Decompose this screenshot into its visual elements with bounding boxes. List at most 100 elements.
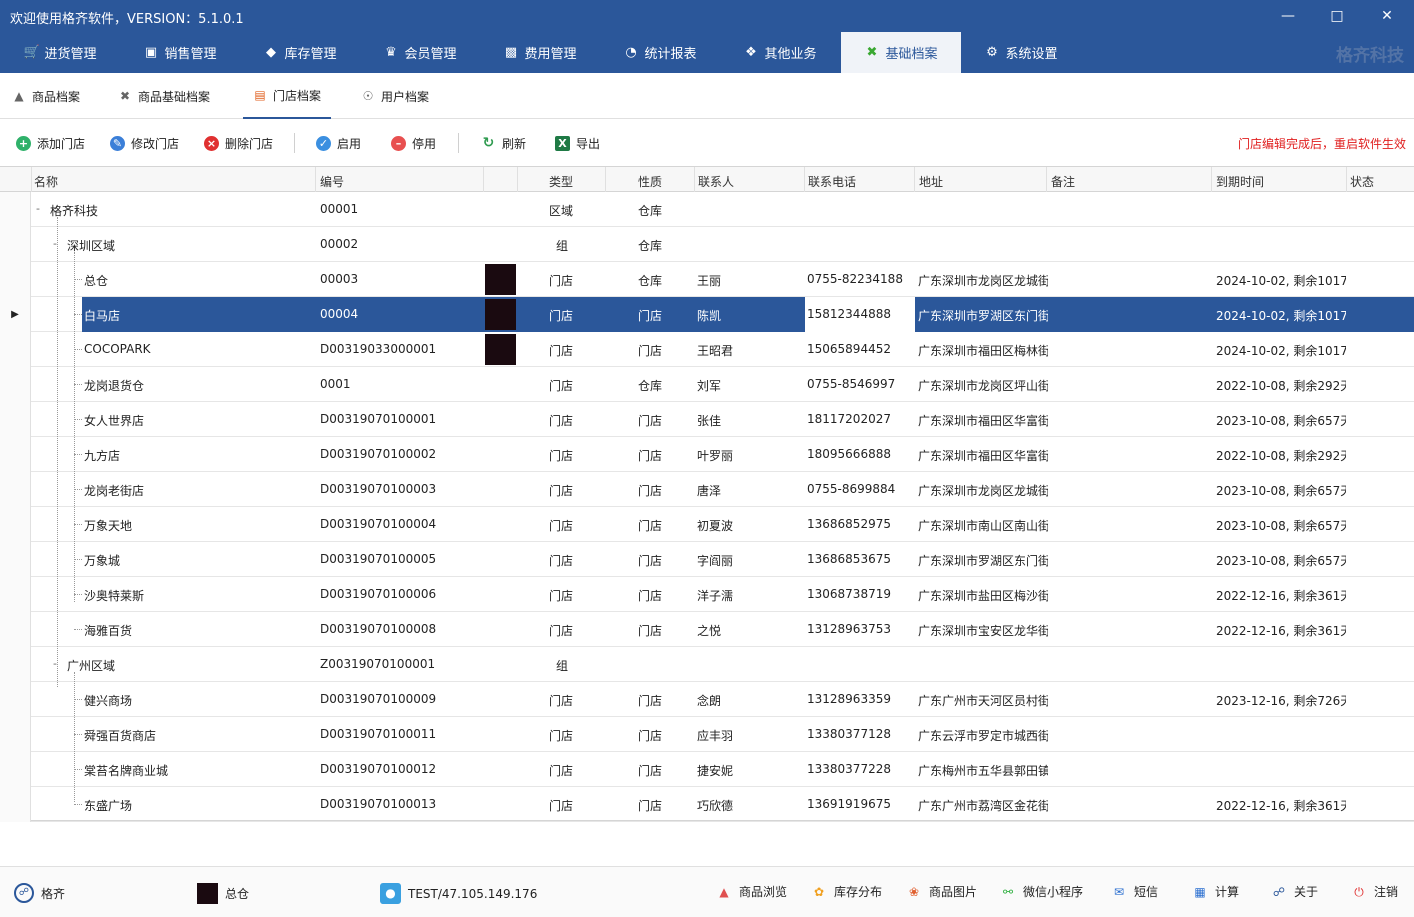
status-link-cluster[interactable]: ✿ 库存分布	[811, 883, 882, 900]
menu-other[interactable]: ❖ 其他业务	[720, 32, 840, 73]
edit-store-button[interactable]: ✎ 修改门店	[110, 133, 179, 153]
col-type[interactable]: 类型	[549, 173, 573, 190]
cell-name: 龙岗老街店	[84, 484, 145, 498]
menu-report[interactable]: ◔ 统计报表	[600, 32, 720, 73]
tab-product-archive[interactable]: ▲ 商品档案	[2, 73, 90, 119]
row-indicator[interactable]	[0, 367, 31, 402]
table-row[interactable]: 万象城 D00319070100005 门店 门店 字阎丽 13686853675 广东深圳…	[0, 542, 1414, 577]
row-indicator[interactable]	[0, 507, 31, 542]
shirt-icon: ▲	[719, 884, 729, 899]
menu-member[interactable]: ♛ 会员管理	[360, 32, 480, 73]
col-state[interactable]: 状态	[1350, 173, 1374, 190]
cell-contact: 字阎丽	[697, 554, 734, 568]
menu-sales[interactable]: ▣ 销售管理	[120, 32, 240, 73]
row-indicator[interactable]: ▶	[0, 297, 31, 332]
cell-code: 00004	[320, 307, 359, 321]
table-row[interactable]: 总仓 00003 门店 仓库 王丽 0755-82234188 广东深圳市龙岗区龙城街 202…	[0, 262, 1414, 297]
table-row[interactable]: 九方店 D00319070100002 门店 门店 叶罗丽 18095666888 广东深圳…	[0, 437, 1414, 472]
close-icon[interactable]: ✕	[1364, 0, 1410, 32]
table-row[interactable]: 舜强百货商店 D00319070100011 门店 门店 应丰羽 13380377128 广…	[0, 717, 1414, 752]
expand-toggle-icon[interactable]: -	[36, 202, 40, 215]
col-remark[interactable]: 备注	[1051, 173, 1075, 190]
menu-expense[interactable]: ▩ 费用管理	[480, 32, 600, 73]
table-row[interactable]: 女人世界店 D00319070100001 门店 门店 张佳 18117202027 广东深…	[0, 402, 1414, 437]
menu-purchase[interactable]: 🛒 进货管理	[0, 32, 120, 73]
status-link-shirt[interactable]: ▲ 商品浏览	[716, 883, 787, 900]
cell-code: 00003	[320, 272, 359, 286]
table-row[interactable]: 东盛广场 D00319070100013 门店 门店 巧欣德 13691919675 广东广…	[0, 787, 1414, 822]
col-expire[interactable]: 到期时间	[1216, 173, 1264, 190]
row-indicator[interactable]	[0, 262, 31, 297]
status-link-power[interactable]: ⏻ 注销	[1351, 883, 1398, 900]
row-indicator[interactable]	[0, 472, 31, 507]
cell-phone: 15812344888	[807, 307, 891, 321]
menu-settings[interactable]: ⚙ 系统设置	[961, 32, 1081, 73]
row-indicator[interactable]	[0, 577, 31, 612]
menu-basic-archive[interactable]: ✖ 基础档案	[841, 32, 961, 73]
main-menu: 🛒 进货管理 ▣ 销售管理 ◆ 库存管理 ♛ 会员管理 ▩ 费用管理 ◔ 统计报表 ❖ 其他业…	[0, 32, 1414, 73]
cell-phone: 13128963753	[807, 622, 891, 636]
col-contact[interactable]: 联系人	[698, 173, 734, 190]
row-indicator[interactable]	[0, 752, 31, 787]
col-code[interactable]: 编号	[320, 173, 344, 190]
table-row[interactable]: 万象天地 D00319070100004 门店 门店 初夏波 13686852975 广东深…	[0, 507, 1414, 542]
status-link-calculator[interactable]: ▦ 计算	[1192, 883, 1239, 900]
status-link-sms[interactable]: ✉ 短信	[1111, 883, 1158, 900]
status-server: ● TEST/47.105.149.176	[380, 883, 537, 904]
row-indicator[interactable]	[0, 437, 31, 472]
status-link-about[interactable]: ☍ 关于	[1271, 883, 1318, 900]
table-row[interactable]: 海雅百货 D00319070100008 门店 门店 之悦 13128963753 广东深圳…	[0, 612, 1414, 647]
row-indicator[interactable]	[0, 682, 31, 717]
cell-type: 门店	[549, 554, 574, 568]
table-row[interactable]: - 格齐科技 00001 区域 仓库	[0, 192, 1414, 227]
table-row[interactable]: 健兴商场 D00319070100009 门店 门店 念朗 13128963359 广东广州…	[0, 682, 1414, 717]
table-row[interactable]: - 广州区域 Z00319070100001 组	[0, 647, 1414, 682]
box-icon: ◆	[265, 45, 276, 60]
row-indicator[interactable]	[0, 402, 31, 437]
status-link-picture[interactable]: ❀ 商品图片	[906, 883, 977, 900]
table-row[interactable]: - 深圳区域 00002 组仓库	[0, 227, 1414, 262]
col-phone[interactable]: 联系电话	[808, 173, 856, 190]
col-address[interactable]: 地址	[919, 173, 943, 190]
table-row[interactable]: 龙岗老街店 D00319070100003 门店 门店 唐泽 0755-8699884 广东…	[0, 472, 1414, 507]
table-row[interactable]: 龙岗退货仓 0001 门店 仓库 刘军 0755-8546997 广东深圳市龙岗区坪山街 20…	[0, 367, 1414, 402]
row-indicator[interactable]	[0, 787, 31, 822]
enable-button[interactable]: ✓ 启用	[316, 133, 361, 153]
col-nature[interactable]: 性质	[638, 173, 662, 190]
status-link-wechat[interactable]: ⚯ 微信小程序	[1000, 883, 1083, 900]
minimize-icon[interactable]: —	[1265, 0, 1311, 32]
table-row[interactable]: 沙奥特莱斯 D00319070100006 门店 门店 洋子濡 13068738719 广东…	[0, 577, 1414, 612]
table-row[interactable]: ▶ 白马店 00004 门店 门店 陈凯 15812344888 广东深圳市罗湖区东门街 202…	[0, 297, 1414, 332]
cell-nature: 门店	[638, 694, 663, 708]
row-indicator[interactable]	[0, 542, 31, 577]
delete-store-button[interactable]: × 删除门店	[204, 133, 273, 153]
status-user: ☍ 格齐	[14, 883, 65, 903]
export-button[interactable]: X 导出	[555, 133, 600, 153]
tab-user-archive[interactable]: ☉ 用户档案	[351, 73, 439, 119]
table-row[interactable]: 棠苔名牌商业城 D00319070100012 门店 门店 捷安妮 13380377228…	[0, 752, 1414, 787]
row-indicator[interactable]	[0, 332, 31, 367]
tab-store-archive[interactable]: ▤ 门店档案	[243, 73, 332, 119]
row-indicator[interactable]	[0, 227, 31, 262]
cell-phone: 13686852975	[807, 517, 891, 531]
add-store-button[interactable]: + 添加门店	[16, 133, 85, 153]
cell-name: 海雅百货	[84, 624, 133, 638]
cell-code: D00319033000001	[320, 342, 437, 356]
sms-icon: ✉	[1113, 884, 1125, 899]
cell-address: 广东广州市天河区员村街	[918, 694, 1048, 708]
menu-inventory[interactable]: ◆ 库存管理	[240, 32, 360, 73]
disable-button[interactable]: – 停用	[391, 133, 436, 153]
cell-name: 白马店	[84, 309, 121, 323]
row-indicator[interactable]	[0, 612, 31, 647]
cluster-icon: ✿	[813, 884, 825, 899]
refresh-button[interactable]: ↻ 刷新	[481, 133, 526, 153]
row-indicator[interactable]	[0, 717, 31, 752]
picture-icon: ❀	[908, 884, 920, 899]
cell-expire: 2023-10-08, 剩余657天	[1216, 484, 1346, 498]
tab-product-basic-archive[interactable]: ✖ 商品基础档案	[108, 73, 220, 119]
row-indicator[interactable]	[0, 192, 31, 227]
maximize-icon[interactable]: □	[1314, 0, 1360, 32]
table-row[interactable]: COCOPARK D00319033000001 门店 门店 王昭君 1506589445…	[0, 332, 1414, 367]
col-name[interactable]: 名称	[34, 173, 58, 190]
row-indicator[interactable]	[0, 647, 31, 682]
